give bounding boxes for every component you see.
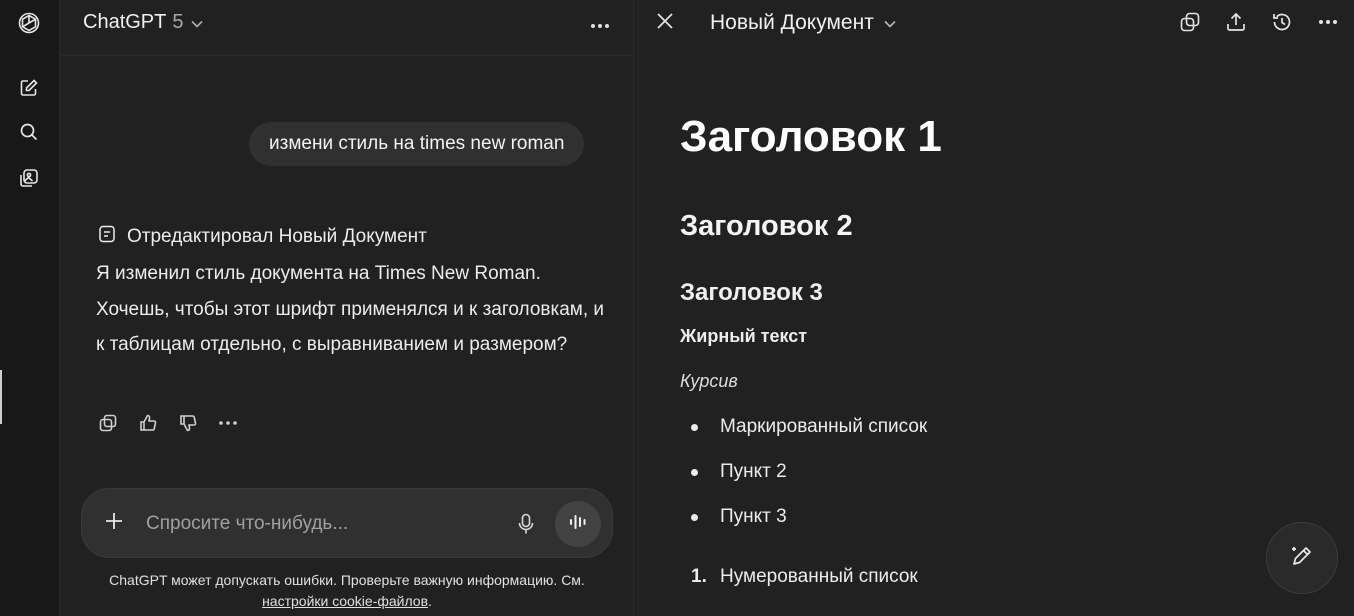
more-icon[interactable] (217, 412, 239, 434)
share-icon[interactable] (1224, 10, 1248, 34)
message-actions (97, 412, 239, 434)
model-version: 5 (172, 11, 184, 33)
pencil-sparkle-icon (1288, 542, 1316, 575)
microphone-icon[interactable] (514, 511, 538, 537)
voice-wave-icon (568, 513, 588, 536)
model-name: ChatGPT (83, 11, 167, 33)
left-rail (0, 0, 60, 616)
document-title-selector[interactable]: Новый Документ (710, 11, 896, 35)
document-pane: Новый Документ Заголовок 1 Заголовок 2 З… (633, 0, 1354, 616)
chevron-down-icon (191, 15, 204, 31)
cookie-settings-link[interactable]: настройки cookie-файлов (262, 593, 428, 609)
disclaimer-text: ChatGPT может допускать ошибки. Проверьт… (109, 572, 585, 588)
document-bold-text: Жирный текст (680, 326, 808, 346)
document-heading-3: Заголовок 3 (680, 279, 823, 306)
edit-note-label: Отредактировал Новый Документ (127, 226, 427, 247)
bullet-marker (691, 469, 698, 476)
chevron-down-icon (884, 15, 896, 31)
disclaimer-end: . (428, 593, 432, 609)
close-icon[interactable] (656, 11, 674, 35)
document-italic-text: Курсив (680, 371, 738, 391)
more-icon[interactable] (590, 12, 610, 35)
edit-document-button[interactable] (1266, 522, 1338, 594)
document-toolbar (1178, 10, 1340, 34)
bullet-list-item: Маркированный список (720, 416, 928, 437)
bullet-marker (691, 424, 698, 431)
bullet-list-item: Пункт 2 (720, 461, 787, 482)
numbered-list-item: Нумерованный список (720, 566, 918, 587)
document-title: Новый Документ (710, 11, 874, 34)
document-icon (97, 224, 117, 250)
numbered-list-marker: 1. (691, 566, 707, 587)
user-message-text: измени стиль на times new roman (269, 133, 565, 154)
openai-logo-icon[interactable] (16, 10, 42, 36)
document-heading-1: Заголовок 1 (680, 112, 942, 161)
composer (81, 488, 613, 558)
user-message-bubble: измени стиль на times new roman (249, 122, 585, 166)
assistant-message: Я изменил стиль документа на Times New R… (96, 263, 605, 355)
new-chat-icon[interactable] (16, 75, 42, 101)
document-heading-2: Заголовок 2 (680, 210, 853, 242)
copy-icon[interactable] (97, 412, 119, 434)
more-icon[interactable] (1316, 10, 1340, 34)
library-icon[interactable] (16, 165, 42, 191)
history-icon[interactable] (1270, 10, 1294, 34)
document-edit-note[interactable]: Отредактировал Новый Документ (97, 224, 427, 250)
bullet-list-item: Пункт 3 (720, 506, 787, 527)
rail-active-marker (0, 370, 2, 424)
composer-input[interactable] (146, 511, 486, 537)
chat-header: ChatGPT 5 (61, 0, 632, 56)
plus-icon[interactable] (104, 509, 124, 535)
search-icon[interactable] (16, 119, 42, 145)
bullet-marker (691, 514, 698, 521)
disclaimer: ChatGPT может допускать ошибки. Проверьт… (81, 570, 613, 612)
chat-pane: ChatGPT 5 измени стиль на times new roma… (61, 0, 689, 616)
thumbs-down-icon[interactable] (177, 412, 199, 434)
voice-mode-button[interactable] (555, 501, 601, 547)
thumbs-up-icon[interactable] (137, 412, 159, 434)
copy-icon[interactable] (1178, 10, 1202, 34)
model-selector[interactable]: ChatGPT 5 (83, 11, 204, 34)
